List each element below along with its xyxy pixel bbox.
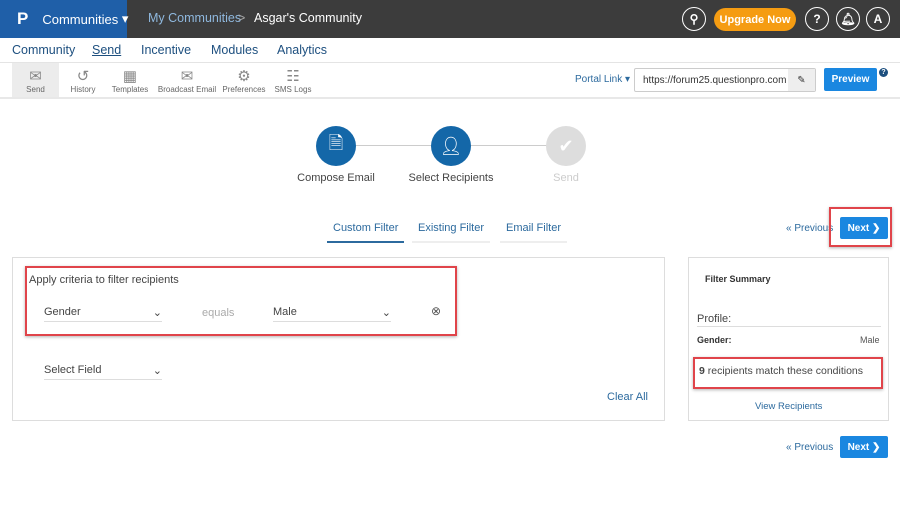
portal-url-field[interactable]: https://forum25.questionpro.com ✎: [634, 68, 816, 92]
upgrade-now-button[interactable]: Upgrade Now: [714, 8, 796, 31]
value-select[interactable]: Male ⌄: [273, 306, 391, 322]
breadcrumb-my-communities[interactable]: My Communities: [148, 11, 241, 25]
previous-link-bottom[interactable]: « Previous: [786, 442, 833, 453]
tool-label: History: [70, 85, 96, 94]
step-compose-email: Compose Email: [297, 172, 375, 184]
envelope-icon: ✉: [180, 68, 194, 85]
chevron-down-icon: ⌄: [381, 307, 391, 319]
filter-title: Apply criteria to filter recipients: [29, 274, 179, 286]
next-button-bottom[interactable]: Next ❯: [840, 436, 888, 458]
field-value: Gender: [44, 306, 81, 318]
app-switcher[interactable]: P Communities ▾: [0, 0, 129, 38]
tool-label: Send: [26, 85, 45, 94]
avatar[interactable]: A: [866, 7, 890, 31]
tool-label: Templates: [111, 85, 149, 94]
tool-broadcast-email[interactable]: ✉ Broadcast Email: [156, 63, 218, 97]
operator-label: equals: [202, 307, 235, 319]
highlight-box: [829, 207, 892, 247]
logo: P: [17, 9, 29, 28]
app-name: Communities: [42, 11, 119, 27]
step-send: Send: [553, 172, 579, 184]
tool-label: Broadcast Email: [157, 85, 217, 94]
tool-send[interactable]: ✉ Send: [12, 63, 59, 97]
nav-incentive[interactable]: Incentive: [141, 43, 191, 57]
tab-email-filter[interactable]: Email Filter: [500, 222, 568, 243]
clear-all-link[interactable]: Clear All: [607, 391, 648, 403]
envelope-icon: ✉: [29, 68, 42, 85]
help-icon[interactable]: ?: [879, 68, 888, 77]
nav-modules[interactable]: Modules: [211, 43, 258, 57]
templates-icon: ▦: [122, 68, 138, 85]
gear-icon: ⚙: [237, 68, 251, 85]
portal-link-dropdown[interactable]: Portal Link ▾: [575, 74, 630, 85]
help-icon[interactable]: ?: [805, 7, 829, 31]
pencil-icon[interactable]: ✎: [788, 69, 815, 91]
search-icon[interactable]: ⚲: [682, 7, 706, 31]
value-text: Male: [273, 306, 297, 318]
tool-sms-logs[interactable]: ☷ SMS Logs: [274, 63, 312, 97]
match-text: recipients match these conditions: [707, 365, 864, 377]
tool-templates[interactable]: ▦ Templates: [108, 63, 152, 97]
tool-label: SMS Logs: [274, 85, 312, 94]
step-select-recipients: Select Recipients: [408, 172, 494, 184]
compose-step-icon: 🗎: [316, 126, 356, 166]
tab-existing-filter[interactable]: Existing Filter: [412, 222, 491, 243]
select-field-text: Select Field: [44, 364, 102, 376]
sms-logs-icon: ☷: [286, 68, 300, 85]
tool-history[interactable]: ↺ History: [63, 63, 103, 97]
portal-link-label: Portal Link: [575, 74, 623, 85]
select-field-dropdown[interactable]: Select Field ⌄: [44, 364, 162, 380]
view-recipients-link[interactable]: View Recipients: [755, 401, 822, 412]
portal-url-text: https://forum25.questionpro.com: [643, 74, 787, 86]
nav-send[interactable]: Send: [92, 43, 121, 57]
preview-button[interactable]: Preview: [824, 68, 877, 91]
user-step-icon: 👤︎: [431, 126, 471, 166]
breadcrumb-separator: >: [238, 11, 246, 25]
breadcrumb-current: Asgar's Community: [254, 11, 362, 25]
summary-value: Male: [860, 335, 880, 345]
field-select[interactable]: Gender ⌄: [44, 306, 162, 322]
nav-analytics[interactable]: Analytics: [277, 43, 327, 57]
remove-criteria-icon[interactable]: ⊗: [431, 304, 441, 318]
chevron-down-icon: ⌄: [152, 365, 162, 377]
history-icon: ↺: [76, 68, 90, 85]
chevron-down-icon: ⌄: [152, 307, 162, 319]
summary-title: Filter Summary: [705, 274, 771, 284]
tool-label: Preferences: [222, 85, 266, 94]
match-count: 9: [699, 365, 705, 377]
tool-preferences[interactable]: ⚙ Preferences: [222, 63, 266, 97]
tab-custom-filter[interactable]: Custom Filter: [327, 222, 405, 243]
caret-down-icon: ▾: [121, 11, 129, 26]
summary-profile: Profile:: [697, 313, 881, 327]
match-count-text: 9 recipients match these conditions: [699, 365, 863, 377]
bell-icon[interactable]: 🔔︎: [836, 7, 860, 31]
nav-community[interactable]: Community: [12, 43, 75, 57]
previous-link[interactable]: « Previous: [786, 223, 833, 234]
check-step-icon: ✔: [546, 126, 586, 166]
summary-key: Gender:: [697, 335, 732, 345]
